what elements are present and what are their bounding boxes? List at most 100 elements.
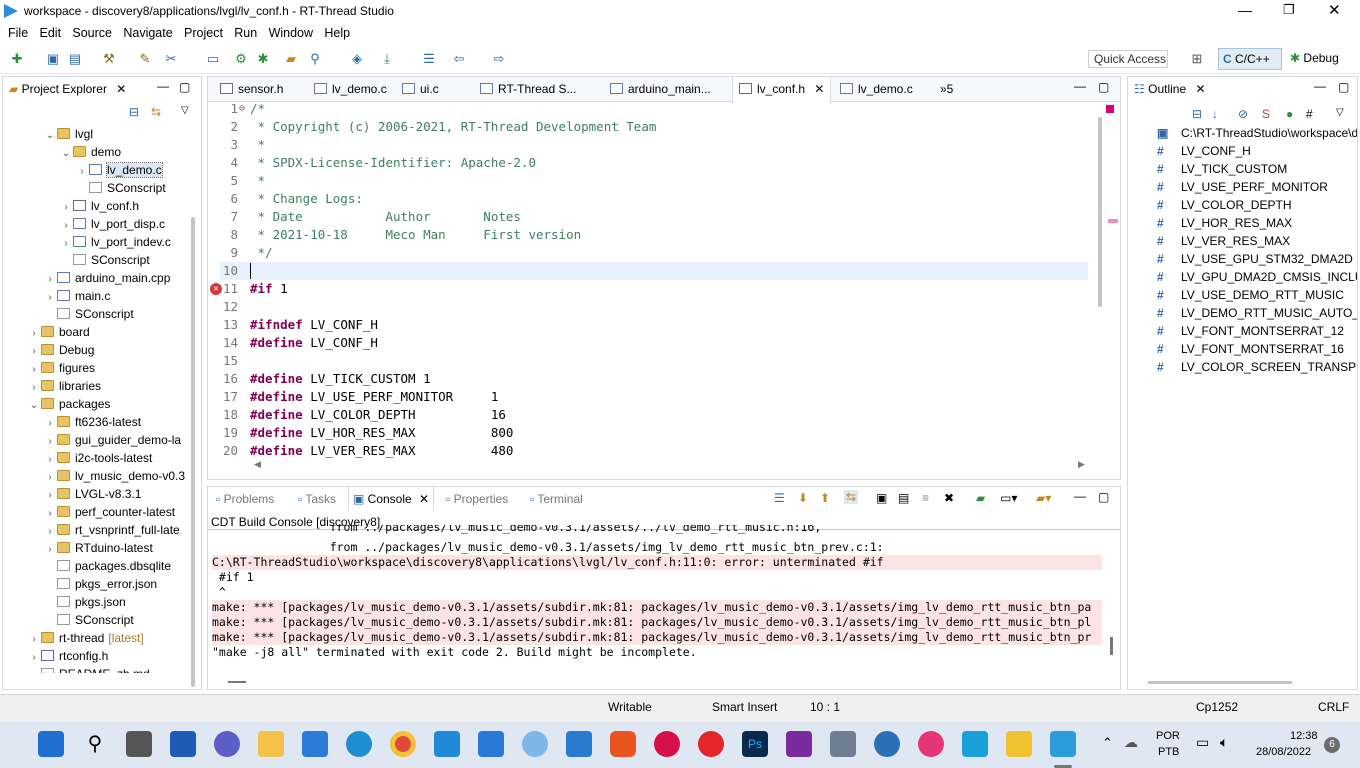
tree-item[interactable]: packages.dbsqlite <box>43 557 171 575</box>
sdk-icon[interactable]: ◈ <box>348 50 366 68</box>
collapse-outline-icon[interactable]: ⊟ <box>1192 107 1202 121</box>
search-icon[interactable]: ⚲ <box>306 50 324 68</box>
bottom-tab[interactable]: ▫ Terminal <box>526 487 587 511</box>
outline-view-menu-icon[interactable]: ▽ <box>1336 107 1344 118</box>
tree-item[interactable]: › ft6236-latest <box>43 413 141 431</box>
minimize-icon[interactable]: — <box>1238 2 1252 18</box>
minimize-view-icon[interactable]: — <box>157 79 169 93</box>
menu-help[interactable]: Help <box>324 24 350 40</box>
outline-item[interactable]: # LV_USE_PERF_MONITOR <box>1157 178 1357 196</box>
network-tool-icon[interactable] <box>830 731 856 757</box>
tree-item[interactable]: › gui_guider_demo-la <box>43 431 181 449</box>
perspective-cpp-button[interactable]: C C/C++ <box>1218 48 1282 70</box>
outline-hscrollbar[interactable] <box>1148 681 1292 684</box>
editor-tab[interactable]: lv_demo.c <box>308 77 393 101</box>
tree-item[interactable]: › perf_counter-latest <box>43 503 175 521</box>
tree-item[interactable]: README_zh.md <box>27 665 150 673</box>
bottom-tab[interactable]: ▫ Problems <box>212 487 278 511</box>
layers-icon[interactable]: ☰ <box>420 50 438 68</box>
hide-static-icon[interactable]: S <box>1262 107 1270 121</box>
menu-source[interactable]: Source <box>72 24 112 40</box>
open-console-icon[interactable]: ▰ <box>976 491 985 505</box>
code-line[interactable]: 14 #define LV_CONF_H <box>220 334 1088 352</box>
menu-navigate[interactable]: Navigate <box>123 24 172 40</box>
maximize-console-icon[interactable]: ▢ <box>1098 490 1109 504</box>
tree-item[interactable]: › rt_vsnprintf_full-late <box>43 521 179 539</box>
outline-item[interactable]: # LV_HOR_RES_MAX <box>1157 214 1357 232</box>
bottom-tab[interactable]: ▫ Properties <box>442 487 512 511</box>
menu-file[interactable]: File <box>8 24 28 40</box>
new-icon[interactable]: ✚ <box>8 50 26 68</box>
rt-thread-studio-icon[interactable] <box>1050 731 1076 757</box>
editor-tab[interactable]: sensor.h <box>214 77 289 101</box>
maximize-view-icon[interactable]: ▢ <box>179 80 190 94</box>
tree-item[interactable]: › LVGL-v8.3.1 <box>43 485 141 503</box>
code-line[interactable]: 11 #if 1 ✕ <box>210 280 1088 298</box>
tray-language[interactable]: POR <box>1156 730 1180 742</box>
tree-item[interactable]: ⌄ lvgl <box>43 125 93 143</box>
search-taskbar-icon[interactable]: ⚲ <box>82 731 108 757</box>
tree-item[interactable]: › lv_demo.c <box>75 161 163 179</box>
annotation-marker[interactable] <box>1108 219 1118 223</box>
tree-scrollbar[interactable] <box>191 217 195 687</box>
up-arrow-icon[interactable]: ⬆ <box>820 491 830 505</box>
hide-nonpublic-icon[interactable]: ● <box>1286 107 1293 121</box>
code-line[interactable]: 10 <box>220 262 1088 280</box>
file-explorer-icon[interactable] <box>258 731 284 757</box>
tree-item[interactable]: SConscript <box>59 251 150 269</box>
monitor-icon[interactable]: ▭ <box>204 50 222 68</box>
tree-item[interactable]: › lv_port_disp.c <box>59 215 165 233</box>
outline-item[interactable]: # LV_DEMO_RTT_MUSIC_AUTO_PLA <box>1157 304 1357 322</box>
expanded-arrow-icon[interactable]: ⌄ <box>27 397 41 415</box>
tree-item[interactable]: › libraries <box>27 377 101 395</box>
close-icon[interactable]: ✕ <box>1328 1 1341 19</box>
fold-icon[interactable]: ⊖ <box>239 100 245 118</box>
editor-tab[interactable]: RT-Thread S... <box>474 77 582 101</box>
maximize-editor-icon[interactable]: ▢ <box>1098 80 1109 94</box>
close-tab-icon[interactable]: ✕ <box>811 82 824 96</box>
editor-tab[interactable]: ui.c <box>396 77 445 101</box>
tray-time[interactable]: 12:38 <box>1290 730 1318 742</box>
outline-item[interactable]: # LV_COLOR_DEPTH <box>1157 196 1357 214</box>
tree-item[interactable]: › lv_port_indev.c <box>59 233 171 251</box>
new-console-icon[interactable]: ▰▾ <box>1036 491 1051 505</box>
maximize-icon[interactable]: ❐ <box>1283 2 1295 18</box>
menu-run[interactable]: Run <box>234 24 257 40</box>
sort-icon[interactable]: ↓ <box>1212 107 1218 121</box>
tree-item[interactable]: › RTduino-latest <box>43 539 153 557</box>
save-all-icon[interactable]: ▤ <box>66 50 84 68</box>
expanded-arrow-icon[interactable]: ⌄ <box>59 145 73 163</box>
tree-item[interactable]: › lv_conf.h <box>59 197 139 215</box>
expanded-arrow-icon[interactable]: ⌄ <box>43 127 57 145</box>
chrome-icon[interactable] <box>390 731 416 757</box>
tray-network-icon[interactable]: ▭ <box>1196 734 1209 751</box>
code-line[interactable]: 7 * Date Author Notes <box>220 208 1088 226</box>
hide-fields-icon[interactable]: ⊘ <box>1238 107 1248 121</box>
quick-access-field[interactable]: Quick Access <box>1088 50 1168 68</box>
debug-bug-icon[interactable]: ✱ <box>254 50 272 68</box>
tray-cloud-icon[interactable]: ☁ <box>1124 734 1138 751</box>
editor-tab[interactable]: lv_demo.c <box>834 77 919 101</box>
display-console-icon[interactable]: ▭▾ <box>1000 491 1017 505</box>
task-view-icon[interactable] <box>126 731 152 757</box>
code-line[interactable]: 2 * Copyright (c) 2006-2021, RT-Thread D… <box>220 118 1088 136</box>
code-line[interactable]: 8 * 2021-10-18 Meco Man First version <box>220 226 1088 244</box>
tree-item[interactable]: pkgs.json <box>43 593 126 611</box>
widgets-icon[interactable] <box>170 731 196 757</box>
editor-tab[interactable]: arduino_main... <box>604 77 717 101</box>
editor-tab[interactable]: »5 <box>934 77 959 101</box>
bottom-tab[interactable]: ▫ Tasks <box>294 487 340 511</box>
code-line[interactable]: 15 <box>220 352 1088 370</box>
forward-icon[interactable]: ⇨ <box>490 50 508 68</box>
menu-edit[interactable]: Edit <box>40 24 62 40</box>
outline-item[interactable]: # LV_COLOR_SCREEN_TRANSP <box>1157 358 1357 376</box>
close-tab-icon[interactable]: ✕ <box>416 492 429 506</box>
tree-item[interactable]: › lv_music_demo-v0.3 <box>43 467 185 485</box>
edge-icon[interactable] <box>346 731 372 757</box>
link-icon[interactable]: ⇆ <box>844 490 859 504</box>
word-wrap-icon[interactable]: ≡ <box>922 491 929 505</box>
error-marker-icon[interactable]: ✕ <box>210 283 222 295</box>
perspective-debug-button[interactable]: ✱ Debug <box>1290 51 1339 65</box>
outline-item[interactable]: # LV_FONT_MONTSERRAT_16 <box>1157 340 1357 358</box>
flash-icon[interactable]: ⤓ <box>378 50 396 68</box>
